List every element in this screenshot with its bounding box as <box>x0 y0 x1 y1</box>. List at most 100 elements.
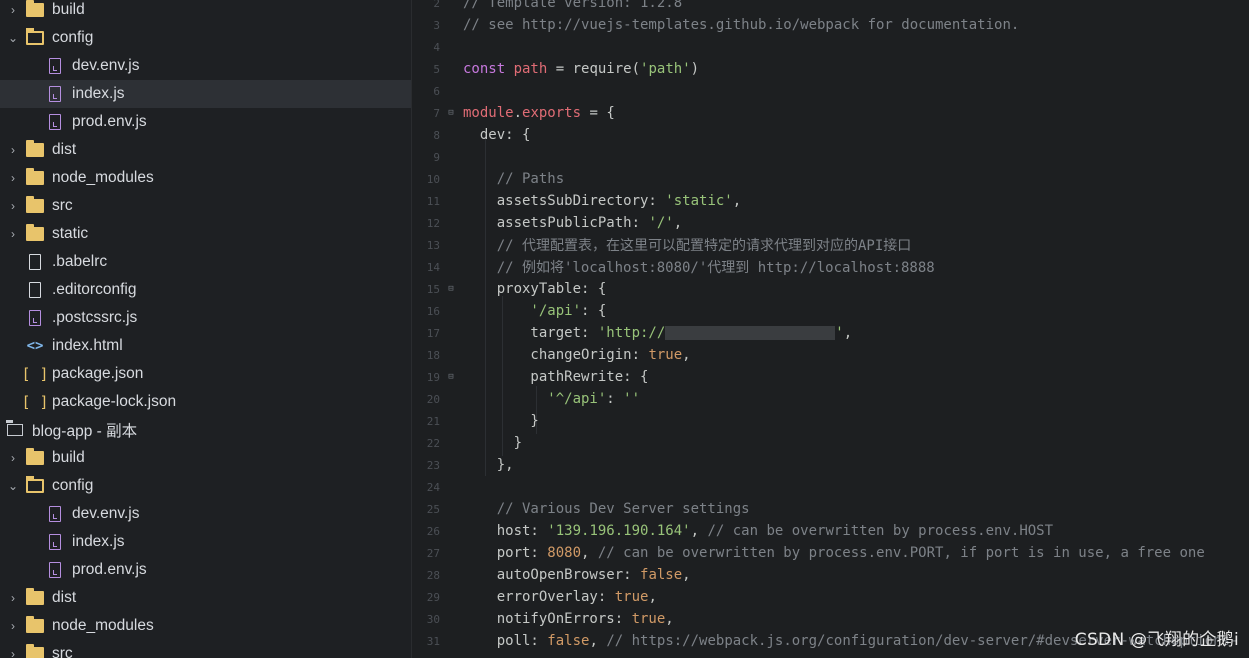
code-line[interactable]: 20 '^/api': '' <box>412 388 1249 410</box>
chevron-right-icon[interactable]: › <box>6 591 20 605</box>
code-line[interactable]: 12 assetsPublicPath: '/', <box>412 212 1249 234</box>
code-line[interactable]: 24 <box>412 476 1249 498</box>
tree-folder-item[interactable]: › dist <box>0 584 409 612</box>
code-token: : <box>606 391 624 407</box>
tree-file-item[interactable]: ›<>index.html <box>0 332 409 360</box>
code-line[interactable]: 22 } <box>412 432 1249 454</box>
code-line[interactable]: 10 // Paths <box>412 168 1249 190</box>
code-line[interactable]: 6 <box>412 80 1249 102</box>
fold-toggle-icon[interactable]: ⊟ <box>444 284 458 294</box>
code-line[interactable]: 21 } <box>412 410 1249 432</box>
code-token: = <box>547 61 573 77</box>
code-line[interactable]: 19 ⊟ pathRewrite: { <box>412 366 1249 388</box>
tree-folder-item[interactable]: › build <box>0 0 409 24</box>
tree-folder-item[interactable]: › static <box>0 220 409 248</box>
code-editor[interactable]: 2 // Template version: 1.2.8 3 // see http:… <box>412 0 1249 658</box>
code-line[interactable]: 9 <box>412 146 1249 168</box>
code-text: autoOpenBrowser: false, <box>458 567 691 583</box>
line-number: 6 <box>433 84 440 98</box>
chevron-right-icon[interactable]: › <box>6 171 20 185</box>
code-line[interactable]: 29 errorOverlay: true, <box>412 586 1249 608</box>
folder-icon <box>26 224 44 243</box>
code-token: // 例如将'localhost:8080/'代理到 http://localh… <box>463 260 935 276</box>
code-line[interactable]: 5 const path = require('path') <box>412 58 1249 80</box>
code-line[interactable]: 18 changeOrigin: true, <box>412 344 1249 366</box>
chevron-down-icon[interactable]: ⌄ <box>6 31 20 45</box>
line-number: 26 <box>426 524 440 538</box>
code-token: , <box>682 347 691 363</box>
tree-file-item[interactable]: ›.editorconfig <box>0 276 409 304</box>
line-number: 22 <box>426 436 440 450</box>
code-line[interactable]: 3 // see http://vuejs-templates.github.io… <box>412 14 1249 36</box>
tree-folder-item[interactable]: ⌄ config <box>0 24 409 52</box>
tree-file-item[interactable]: ›index.js <box>0 528 411 556</box>
tree-file-item[interactable]: ›index.js <box>0 80 411 108</box>
code-token: 'path' <box>640 61 691 77</box>
tree-folder-item[interactable]: › src <box>0 192 409 220</box>
tree-file-item[interactable]: ›prod.env.js <box>0 556 411 584</box>
chevron-right-icon[interactable]: › <box>6 227 20 241</box>
code-token: // 代理配置表，在这里可以配置特定的请求代理到对应的API接口 <box>463 238 912 254</box>
tree-item-label: config <box>52 477 94 494</box>
code-line[interactable]: 15 ⊟ proxyTable: { <box>412 278 1249 300</box>
tree-project-item[interactable]: blog-app - 副本 <box>0 416 409 444</box>
chevron-right-icon[interactable]: › <box>6 199 20 213</box>
tree-folder-item[interactable]: › dist <box>0 136 409 164</box>
code-line[interactable]: 7 ⊟ module.exports = { <box>412 102 1249 124</box>
code-line[interactable]: 28 autoOpenBrowser: false, <box>412 564 1249 586</box>
tree-folder-item[interactable]: › node_modules <box>0 164 409 192</box>
tree-folder-item[interactable]: ⌄ config <box>0 472 409 500</box>
code-line[interactable]: 11 assetsSubDirectory: 'static', <box>412 190 1249 212</box>
code-line[interactable]: 14 // 例如将'localhost:8080/'代理到 http://loc… <box>412 256 1249 278</box>
code-line[interactable]: 17 target: 'http:// ', <box>412 322 1249 344</box>
code-token: module <box>463 105 514 121</box>
chevron-right-icon[interactable]: › <box>6 451 20 465</box>
tree-file-item[interactable]: ›dev.env.js <box>0 500 411 528</box>
chevron-down-icon[interactable]: ⌄ <box>6 479 20 493</box>
chevron-right-icon[interactable]: › <box>6 143 20 157</box>
tree-file-item[interactable]: ›.postcssrc.js <box>0 304 409 332</box>
code-token: host: <box>463 523 548 539</box>
tree-folder-item[interactable]: › build <box>0 444 409 472</box>
code-line[interactable]: 27 port: 8080, // can be overwritten by … <box>412 542 1249 564</box>
tree-file-item[interactable]: ›prod.env.js <box>0 108 411 136</box>
folder-icon <box>26 140 44 159</box>
chevron-right-icon[interactable]: › <box>6 647 20 658</box>
fold-toggle-icon[interactable]: ⊟ <box>444 108 458 118</box>
js-file-icon <box>46 113 64 131</box>
code-line[interactable]: 23 }, <box>412 454 1249 476</box>
code-text: assetsPublicPath: '/', <box>458 215 682 231</box>
chevron-right-icon[interactable]: › <box>6 619 20 633</box>
code-text: target: 'http:// ', <box>458 325 852 341</box>
code-token: , <box>690 523 708 539</box>
code-token: // see http://vuejs-templates.github.io/… <box>463 17 1020 33</box>
code-line[interactable]: 13 // 代理配置表，在这里可以配置特定的请求代理到对应的API接口 <box>412 234 1249 256</box>
tree-folder-item[interactable]: › src <box>0 640 409 658</box>
js-file-icon <box>46 505 64 523</box>
js-file-icon <box>46 85 64 103</box>
code-token: ) <box>690 61 700 77</box>
tree-file-item[interactable]: ›[ ]package-lock.json <box>0 388 409 416</box>
code-token: , <box>581 545 598 561</box>
line-number: 10 <box>426 172 440 186</box>
tree-file-item[interactable]: ›dev.env.js <box>0 52 411 80</box>
code-line[interactable]: 4 <box>412 36 1249 58</box>
code-text: errorOverlay: true, <box>458 589 657 605</box>
csdn-watermark: CSDN @飞翔的企鹅i <box>1074 630 1239 650</box>
code-line[interactable]: 26 host: '139.196.190.164', // can be ov… <box>412 520 1249 542</box>
code-text: module.exports = { <box>458 105 615 121</box>
code-text: // 代理配置表，在这里可以配置特定的请求代理到对应的API接口 <box>458 235 912 255</box>
code-text: port: 8080, // can be overwritten by pro… <box>458 545 1205 561</box>
code-token: path <box>513 61 548 77</box>
tree-file-item[interactable]: ›.babelrc <box>0 248 409 276</box>
code-line[interactable]: 8 dev: { <box>412 124 1249 146</box>
code-line[interactable]: 2 // Template version: 1.2.8 <box>412 0 1249 14</box>
code-line[interactable]: 16 '/api': { <box>412 300 1249 322</box>
code-token: false <box>640 567 683 583</box>
tree-folder-item[interactable]: › node_modules <box>0 612 409 640</box>
code-text: '/api': { <box>458 303 606 319</box>
tree-file-item[interactable]: ›[ ]package.json <box>0 360 409 388</box>
code-line[interactable]: 25 // Various Dev Server settings <box>412 498 1249 520</box>
fold-toggle-icon[interactable]: ⊟ <box>444 372 458 382</box>
chevron-right-icon[interactable]: › <box>6 3 20 17</box>
